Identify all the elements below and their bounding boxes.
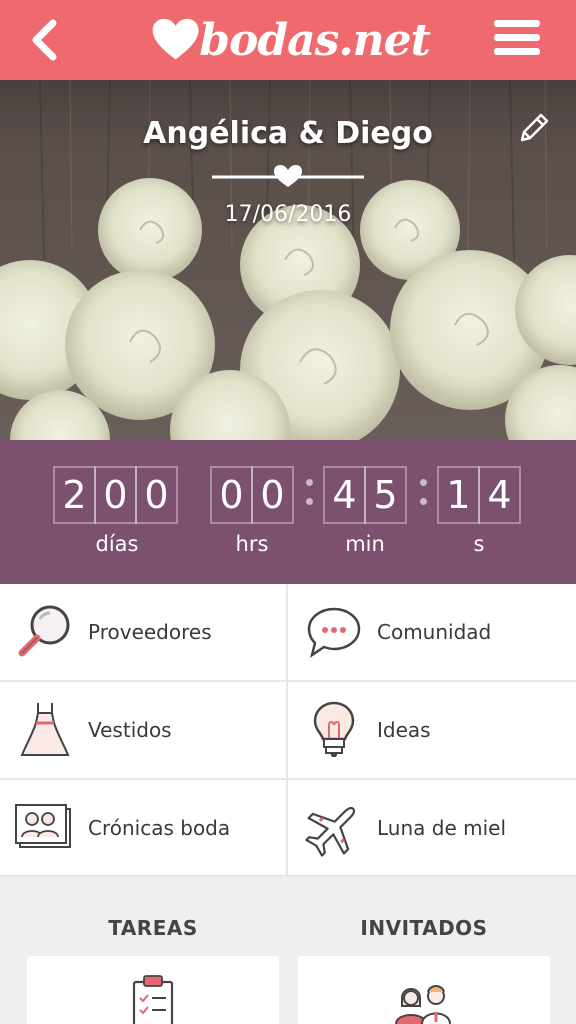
guests-title: INVITADOS: [360, 916, 488, 940]
menu-item-proveedores[interactable]: Proveedores: [0, 584, 287, 680]
pencil-icon: [520, 113, 549, 142]
chat-bubble-icon: [303, 601, 365, 663]
digit: 0: [94, 466, 137, 524]
edit-button[interactable]: [516, 110, 552, 146]
guests-icon: [395, 985, 451, 1024]
couple-names: Angélica & Diego: [143, 116, 433, 151]
digit: 4: [323, 466, 366, 524]
magnifier-icon: [14, 601, 76, 663]
airplane-icon: [303, 797, 365, 859]
guests-card[interactable]: [298, 956, 550, 1024]
hours-label: hrs: [235, 532, 269, 556]
digit: 0: [135, 466, 178, 524]
seconds-label: s: [473, 532, 485, 556]
seconds-digits: 1 4: [437, 466, 521, 524]
digit: 1: [437, 466, 480, 524]
summary-section: TAREAS INVITADOS: [0, 875, 576, 1024]
tasks-title: TAREAS: [108, 916, 198, 940]
divider: [286, 584, 288, 875]
menu-bar: [494, 20, 540, 27]
digit: 4: [478, 466, 521, 524]
menu-bar: [494, 34, 540, 41]
hero-banner: Angélica & Diego 17/06/2016: [0, 80, 576, 440]
menu-bar: [494, 48, 540, 55]
minutes-digits: 4 5: [323, 466, 407, 524]
colon-separator: [419, 474, 429, 514]
logo: bodas.net: [150, 8, 431, 72]
tasks-card[interactable]: [27, 956, 279, 1024]
menu-item-luna-de-miel[interactable]: Luna de miel: [289, 780, 576, 876]
wedding-date: 17/06/2016: [224, 202, 352, 227]
divider: [0, 778, 576, 780]
photo-couple-icon: [14, 797, 76, 859]
heart-divider-icon: [212, 165, 364, 187]
menu-item-comunidad[interactable]: Comunidad: [289, 584, 576, 680]
days-label: días: [95, 532, 139, 556]
back-button[interactable]: [22, 16, 66, 64]
dress-icon: [14, 699, 76, 761]
chevron-left-icon: [32, 19, 57, 61]
days-digits: 2 0 0: [53, 466, 178, 524]
digit: 5: [364, 466, 407, 524]
menu-item-cronicas-boda[interactable]: Crónicas boda: [0, 780, 287, 876]
menu-item-ideas[interactable]: Ideas: [289, 682, 576, 778]
minutes-label: min: [345, 532, 385, 556]
menu-item-label: Comunidad: [377, 620, 492, 644]
countdown-panel: 2 0 0 0 0 4 5 1 4 días hrs min s: [0, 440, 576, 584]
menu-item-label: Crónicas boda: [88, 816, 231, 840]
menu-grid: Proveedores Comunidad Vestidos Ideas Cró…: [0, 584, 576, 876]
divider: [0, 680, 576, 682]
lightbulb-icon: [303, 699, 365, 761]
clipboard-icon: [132, 975, 174, 1024]
colon-separator: [305, 474, 315, 514]
menu-item-label: Ideas: [377, 718, 431, 742]
digit: 0: [251, 466, 294, 524]
heart-logo-icon: [152, 18, 199, 60]
logo-text: bodas.net: [199, 14, 431, 66]
digit: 0: [210, 466, 253, 524]
hours-digits: 0 0: [210, 466, 294, 524]
hamburger-menu-button[interactable]: [494, 20, 542, 60]
app-screen: bodas.net Angélica & Diego 17/06/2016 2 …: [0, 0, 576, 1024]
menu-item-label: Luna de miel: [377, 816, 507, 840]
menu-item-label: Vestidos: [88, 718, 172, 742]
menu-item-label: Proveedores: [88, 620, 212, 644]
top-bar: bodas.net: [0, 0, 576, 80]
menu-item-vestidos[interactable]: Vestidos: [0, 682, 287, 778]
digit: 2: [53, 466, 96, 524]
